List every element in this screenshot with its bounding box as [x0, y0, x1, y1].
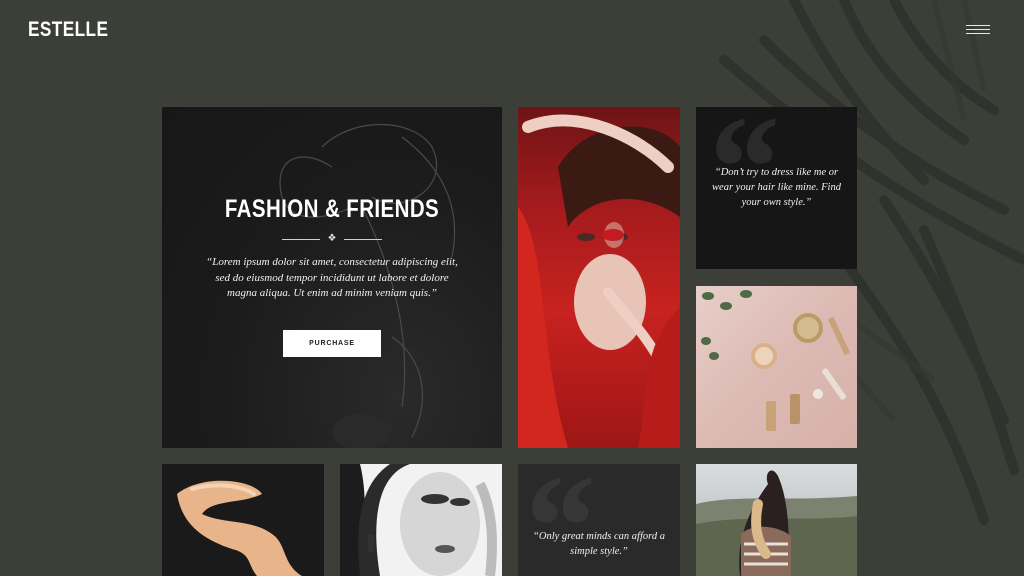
outdoor-illustration — [696, 470, 857, 576]
bw-portrait-image[interactable] — [340, 464, 502, 576]
makeup-flatlay-image[interactable] — [696, 286, 857, 448]
quote-tile: “ “Don’t try to dress like me or wear yo… — [696, 107, 857, 269]
hamburger-icon-line — [966, 29, 990, 30]
quote-text: “Only great minds can afford a simple st… — [533, 531, 665, 557]
bw-portrait-illustration — [340, 464, 502, 576]
purchase-button[interactable]: PURCHASE — [283, 330, 381, 357]
red-fur-portrait-image[interactable] — [518, 107, 680, 448]
outdoor-photo-image[interactable] — [696, 464, 857, 576]
swatch-illustration — [177, 480, 302, 576]
hero-tile: FASHION & FRIENDS ❖ “Lorem ipsum dolor s… — [162, 107, 502, 448]
portrait-illustration — [518, 114, 680, 448]
divider-line — [344, 238, 382, 240]
hero-divider: ❖ — [282, 233, 382, 245]
quote-tile: “ “Only great minds can afford a simple … — [518, 464, 680, 576]
quote-mark-icon: “ — [518, 464, 593, 576]
quote-text: “Don’t try to dress like me or wear your… — [712, 167, 841, 208]
hero-text: “Lorem ipsum dolor sit amet, consectetur… — [206, 256, 458, 299]
makeup-illustration — [701, 290, 850, 431]
hamburger-icon-line — [966, 33, 990, 34]
diamond-ornament-icon: ❖ — [327, 233, 337, 244]
foundation-swatch-image[interactable] — [162, 464, 324, 576]
divider-line — [282, 238, 320, 240]
hamburger-icon-line — [966, 25, 990, 26]
brand-logo[interactable]: ESTELLE — [28, 18, 108, 42]
hero-title: FASHION & FRIENDS — [224, 195, 440, 223]
hamburger-menu-button[interactable] — [966, 25, 990, 37]
